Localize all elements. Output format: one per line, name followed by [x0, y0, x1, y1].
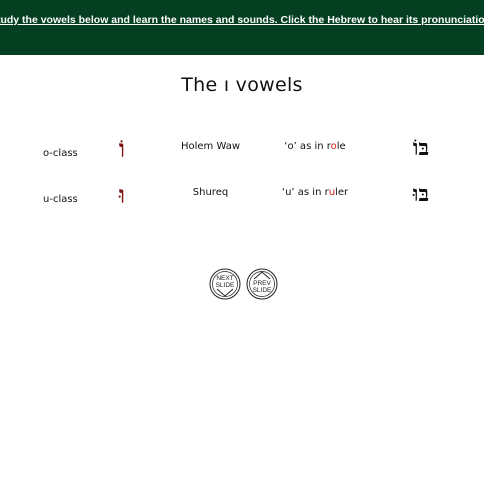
prev-slide-button[interactable]: PREV SLIDE — [246, 268, 278, 300]
title-suffix: vowels — [235, 74, 303, 96]
vowel-symbol-button[interactable]: וֹ — [110, 136, 134, 162]
prev-slide-label-line1: PREV — [253, 280, 271, 287]
title-prefix: The — [181, 74, 218, 96]
vowel-sound: ‘o’ as in role — [270, 141, 360, 152]
page-title: The ו vowels — [0, 74, 484, 96]
next-slide-label-line1: NEXT — [216, 275, 234, 282]
next-slide-button[interactable]: NEXT SLIDE — [209, 268, 241, 300]
instruction-text: Study the vowels below and learn the nam… — [0, 14, 484, 26]
next-slide-label-line2: SLIDE — [215, 282, 235, 289]
vowel-sound-post: le — [336, 141, 346, 152]
title-hebrew-letter: ו — [223, 74, 230, 96]
vowel-row-holem-waw: o-class וֹ Holem Waw ‘o’ as in role בּוֹ — [0, 135, 484, 162]
vowel-sound-post: ler — [335, 187, 349, 198]
vowel-class-label: u-class — [43, 194, 78, 205]
example-word-button[interactable]: בּוֹ — [402, 135, 440, 161]
prev-slide-label-line2: SLIDE — [252, 287, 272, 294]
vowel-name: Holem Waw — [180, 141, 241, 152]
vowel-symbol-button[interactable]: וּ — [110, 182, 134, 208]
example-word-button[interactable]: בּוּ — [402, 181, 440, 207]
vowel-class-label: o-class — [43, 148, 78, 159]
vowel-sound-pre: ‘u’ as in r — [281, 187, 329, 198]
instruction-banner: Study the vowels below and learn the nam… — [0, 0, 484, 55]
vowel-sound-pre: ‘o’ as in r — [284, 141, 331, 152]
vowel-row-shureq: u-class וּ Shureq ‘u’ as in ruler בּוּ — [0, 181, 484, 208]
vowel-sound: ‘u’ as in ruler — [270, 187, 360, 198]
vowel-name: Shureq — [192, 187, 229, 198]
